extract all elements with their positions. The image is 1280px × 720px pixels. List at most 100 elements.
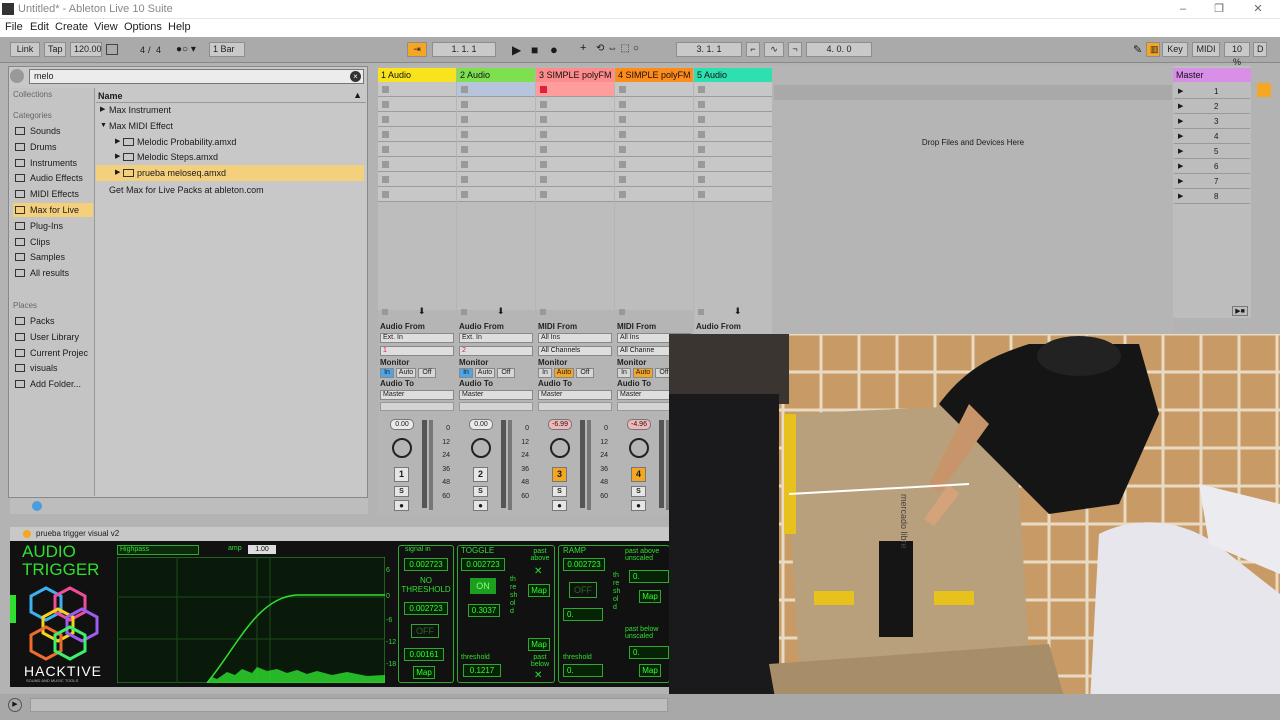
clip-slot[interactable] [694,172,772,187]
computer-keyboard-icon[interactable]: ▥ [1146,42,1160,57]
monitor-auto-button[interactable]: Auto [633,368,653,378]
scene-launch-icon[interactable]: ▶ [1178,99,1183,114]
clip-stop-button-icon[interactable] [698,191,705,198]
place-item[interactable]: User Library [13,330,93,344]
past-above-map-button[interactable]: Map [528,584,550,597]
clip-slot[interactable] [378,112,456,127]
clip-stop-button-icon[interactable] [461,161,468,168]
follow-button[interactable]: ⇥ [407,42,427,57]
category-drums[interactable]: Drums [13,140,93,154]
track-activator-button[interactable]: 2 [473,467,488,482]
clip-slot[interactable] [615,142,693,157]
monitor-off-button[interactable]: Off [418,368,436,378]
monitor-auto-button[interactable]: Auto [475,368,495,378]
time-signature-den[interactable]: 4 [156,45,161,55]
menu-help[interactable]: Help [168,21,191,33]
clip-slot[interactable] [615,127,693,142]
output-sub-dropdown[interactable] [538,402,612,411]
threshold-value[interactable]: 0.1217 [463,664,501,677]
clip-slot[interactable] [694,97,772,112]
ramp-map-button[interactable]: Map [639,590,661,603]
browser-item[interactable]: ▶ Max Instrument [96,102,364,118]
clip-stop-button-icon[interactable] [619,191,626,198]
scene-launch-row[interactable]: ▶ 7 [1174,174,1250,189]
stop-all-clips-icon[interactable]: ▶■ [1232,306,1248,316]
volume-fader[interactable] [587,420,591,510]
ramp-threshold-value[interactable]: 0. [563,664,603,677]
sort-icon[interactable]: ▲ [353,90,362,100]
monitor-in-button[interactable]: In [380,368,394,378]
toggle-on-button[interactable]: ON [470,578,496,594]
pan-knob[interactable] [550,438,570,458]
clip-slot[interactable] [378,187,456,202]
quantize-dropdown[interactable]: 1 Bar [209,42,245,57]
output-dropdown[interactable]: Master [459,390,533,400]
clip-stop-button-icon[interactable] [382,161,389,168]
clip-stop-button-icon[interactable] [461,86,468,93]
arrangement-position[interactable]: 1. 1. 1 [432,42,496,57]
clip-stop-button-icon[interactable] [619,101,626,108]
scene-launch-row[interactable]: ▶ 3 [1174,114,1250,129]
maximize-button[interactable]: ❐ [1199,1,1239,18]
clip-stop-button-icon[interactable] [698,131,705,138]
output-dropdown[interactable]: Master [380,390,454,400]
monitor-auto-button[interactable]: Auto [396,368,416,378]
volume-field[interactable]: -6.99 [548,419,572,430]
input-source-dropdown[interactable]: Ext. In [459,333,533,343]
scene-launch-row[interactable]: ▶ 8 [1174,189,1250,204]
menu-create[interactable]: Create [55,21,88,33]
solo-button[interactable]: S [552,486,567,497]
clip-slot[interactable] [694,127,772,142]
input-channel-dropdown[interactable]: All Channels [538,346,612,356]
category-plug-ins[interactable]: Plug-Ins [13,219,93,233]
monitor-off-button[interactable]: Off [497,368,515,378]
browser-item[interactable]: ▶ Melodic Steps.amxd [96,149,364,165]
solo-button[interactable]: S [473,486,488,497]
clip-slot[interactable] [457,172,535,187]
volume-field[interactable]: -4.96 [627,419,651,430]
track-title[interactable]: 5 Audio [694,68,772,82]
expand-arrow-icon[interactable]: ▶ [115,165,120,181]
clip-slot[interactable] [378,97,456,112]
clip-slot[interactable] [615,97,693,112]
category-instruments[interactable]: Instruments [13,156,93,170]
clip-slot[interactable] [536,127,614,142]
scene-launch-icon[interactable]: ▶ [1178,159,1183,174]
track-title[interactable]: 2 Audio [457,68,535,82]
master-title[interactable]: Master [1173,68,1251,82]
stop-clip-icon[interactable] [698,309,704,315]
input-source-dropdown[interactable]: Ext. In [380,333,454,343]
clip-stop-button-icon[interactable] [461,191,468,198]
clip-stop-button-icon[interactable] [698,176,705,183]
loop-start-field[interactable]: 3. 1. 1 [676,42,742,57]
track-activator-button[interactable]: 1 [394,467,409,482]
clip-slot[interactable] [378,157,456,172]
tempo-field[interactable]: 120.00 [70,42,102,57]
stop-clip-icon[interactable] [382,309,388,315]
category-samples[interactable]: Samples [13,250,93,264]
clip-slot[interactable] [694,157,772,172]
monitor-in-button[interactable]: In [617,368,631,378]
scene-launch-icon[interactable]: ▶ [1178,84,1183,99]
past-below-map-button[interactable]: Map [528,638,550,651]
loop-length-field[interactable]: 4. 0. 0 [806,42,872,57]
clip-stop-button-icon[interactable] [540,131,547,138]
clip-stop-button-icon[interactable] [619,176,626,183]
arm-button[interactable]: ● [552,500,567,511]
volume-field[interactable]: 0.00 [469,419,493,430]
volume-fader[interactable] [429,420,433,510]
place-item[interactable]: Add Folder... [13,377,93,391]
clip-playing-icon[interactable] [540,86,547,93]
clip-slot[interactable] [536,142,614,157]
clip-slot[interactable] [694,142,772,157]
draw-mode-icon[interactable]: ✎ [1133,43,1142,56]
clip-stop-button-icon[interactable] [382,176,389,183]
category-clips[interactable]: Clips [13,235,93,249]
output-sub-dropdown[interactable] [380,402,454,411]
clip-stop-button-icon[interactable] [540,176,547,183]
clip-stop-button-icon[interactable] [540,101,547,108]
stop-icon[interactable]: ■ [531,43,538,57]
clip-stop-button-icon[interactable] [540,146,547,153]
no-threshold-off-toggle[interactable]: OFF [411,624,439,638]
clip-stop-button-icon[interactable] [461,116,468,123]
